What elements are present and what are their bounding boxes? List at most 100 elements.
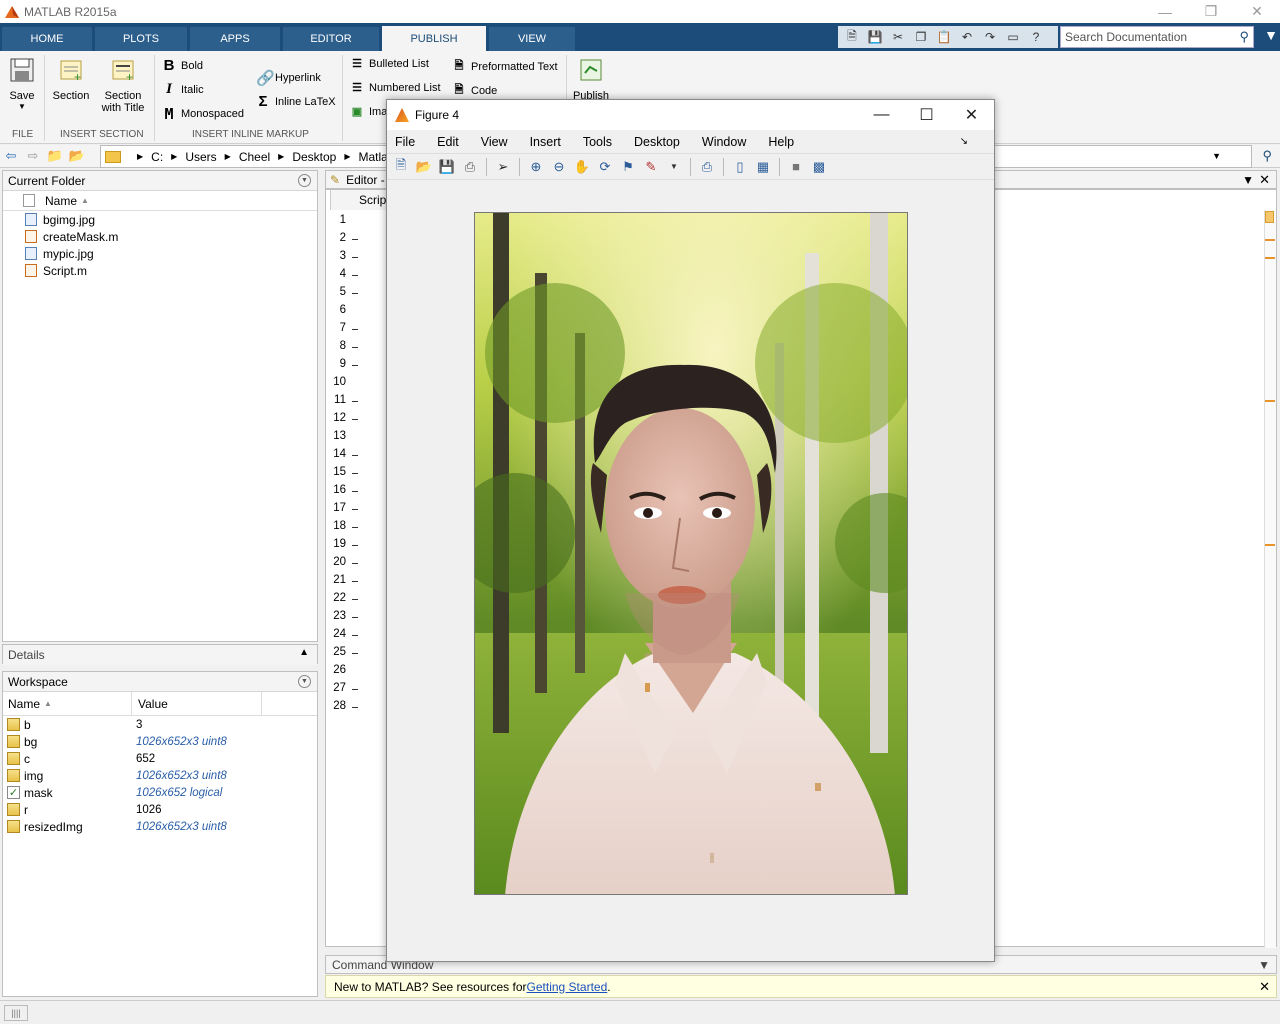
- breakpoint-dash[interactable]: [352, 473, 358, 474]
- minimize-button[interactable]: —: [1142, 0, 1188, 23]
- save-icon[interactable]: 💾: [865, 28, 885, 46]
- cut-icon[interactable]: ✂: [888, 28, 908, 46]
- publish-button[interactable]: Publish: [572, 57, 610, 102]
- workspace-column-header[interactable]: Name ▲ Value: [3, 691, 317, 716]
- hide-plot-tools-icon[interactable]: ■: [786, 157, 806, 177]
- close-icon[interactable]: ✕: [1259, 172, 1270, 188]
- figure-menu-insert[interactable]: Insert: [530, 135, 561, 149]
- figure-menu-window[interactable]: Window: [702, 135, 746, 149]
- figure-minimize-button[interactable]: —: [859, 100, 904, 130]
- inline-latex-button[interactable]: Σ Inline LaTeX: [256, 93, 335, 110]
- file-list-item[interactable]: mypic.jpg: [3, 245, 317, 262]
- current-folder-column-header[interactable]: Name ▲: [3, 191, 317, 211]
- crumb-users[interactable]: Users: [185, 150, 216, 164]
- switch-windows-icon[interactable]: ▭: [1003, 28, 1023, 46]
- image-button[interactable]: ▣ Ima: [350, 105, 388, 119]
- details-header[interactable]: Details ▲: [3, 645, 317, 665]
- crumb-cheel[interactable]: Cheel: [239, 150, 270, 164]
- zoom-out-icon[interactable]: ⊖: [549, 157, 569, 177]
- figure-menu-edit[interactable]: Edit: [437, 135, 459, 149]
- crumb-drive[interactable]: C:: [151, 150, 163, 164]
- redo-icon[interactable]: ↷: [980, 28, 1000, 46]
- breakpoint-dash[interactable]: [352, 455, 358, 456]
- breakpoint-dash[interactable]: [352, 419, 358, 420]
- file-list-item[interactable]: Script.m: [3, 262, 317, 279]
- workspace-variable-row[interactable]: ✓ mask 1026x652 logical: [3, 784, 317, 801]
- rotate-3d-icon[interactable]: ⟳: [595, 157, 615, 177]
- breakpoint-dash[interactable]: [352, 689, 358, 690]
- tab-home[interactable]: HOME: [2, 27, 92, 51]
- data-cursor-icon[interactable]: ⚑: [618, 157, 638, 177]
- figure-menu-tools[interactable]: Tools: [583, 135, 612, 149]
- workspace-variable-row[interactable]: resizedImg 1026x652x3 uint8: [3, 818, 317, 835]
- editor-tab-script[interactable]: Script: [330, 190, 390, 210]
- collapse-icon[interactable]: ▲: [299, 647, 309, 658]
- crumb-desktop[interactable]: Desktop: [292, 150, 336, 164]
- browse-folder-icon[interactable]: 📂: [66, 146, 88, 166]
- warning-marker[interactable]: [1265, 400, 1275, 402]
- back-icon[interactable]: ⇦: [0, 146, 22, 166]
- show-plot-tools-icon[interactable]: ▩: [809, 157, 829, 177]
- hyperlink-button[interactable]: 🔗 Hyperlink: [256, 69, 321, 87]
- figure-menu-desktop[interactable]: Desktop: [634, 135, 680, 149]
- search-folder-icon[interactable]: ⚲: [1262, 148, 1272, 164]
- panel-options-icon[interactable]: ▼: [298, 174, 311, 187]
- close-icon[interactable]: ✕: [1259, 979, 1270, 995]
- breakpoint-dash[interactable]: [352, 401, 358, 402]
- workspace-variable-row[interactable]: r 1026: [3, 801, 317, 818]
- warning-marker[interactable]: [1265, 544, 1275, 546]
- warning-indicator[interactable]: [1265, 211, 1274, 223]
- breakpoint-dash[interactable]: [352, 617, 358, 618]
- warning-marker[interactable]: [1265, 257, 1275, 259]
- tab-apps[interactable]: APPS: [190, 27, 280, 51]
- close-button[interactable]: ✕: [1234, 0, 1280, 23]
- figure-titlebar[interactable]: Figure 4 — ☐ ✕: [387, 100, 994, 130]
- breakpoint-dash[interactable]: [352, 527, 358, 528]
- new-figure-icon[interactable]: 🗎: [391, 157, 411, 177]
- section-button[interactable]: + Section: [50, 57, 92, 102]
- breakpoint-dash[interactable]: [352, 653, 358, 654]
- breakpoint-dash[interactable]: [352, 257, 358, 258]
- figure-close-button[interactable]: ✕: [949, 100, 994, 130]
- editor-scrollbar[interactable]: [1264, 210, 1276, 948]
- monospaced-button[interactable]: M Monospaced: [162, 105, 244, 123]
- breakpoint-dash[interactable]: [352, 365, 358, 366]
- figure-menu-view[interactable]: View: [481, 135, 508, 149]
- help-icon[interactable]: ?: [1026, 28, 1046, 46]
- pointer-icon[interactable]: ➢: [493, 157, 513, 177]
- chevron-down-icon[interactable]: ▼: [664, 157, 684, 177]
- forward-icon[interactable]: ⇨: [22, 146, 44, 166]
- tab-editor[interactable]: EDITOR: [283, 27, 379, 51]
- copy-icon[interactable]: ❐: [911, 28, 931, 46]
- warning-marker[interactable]: [1265, 239, 1275, 241]
- bold-button[interactable]: B Bold: [162, 57, 203, 74]
- breakpoint-dash[interactable]: [352, 293, 358, 294]
- workspace-variable-row[interactable]: img 1026x652x3 uint8: [3, 767, 317, 784]
- bulleted-list-button[interactable]: ☰ Bulleted List: [350, 57, 429, 71]
- numbered-list-button[interactable]: ☰ Numbered List: [350, 81, 440, 95]
- figure-maximize-button[interactable]: ☐: [904, 100, 949, 130]
- undo-icon[interactable]: ↶: [957, 28, 977, 46]
- panel-options-icon[interactable]: ▼: [298, 675, 311, 688]
- pan-icon[interactable]: ✋: [572, 157, 592, 177]
- print-icon[interactable]: ⎙: [460, 157, 480, 177]
- paste-icon[interactable]: 📋: [934, 28, 954, 46]
- breakpoint-dash[interactable]: [352, 581, 358, 582]
- italic-button[interactable]: I Italic: [162, 81, 204, 98]
- new-icon[interactable]: 🗎: [842, 28, 862, 46]
- brush-icon[interactable]: ✎: [641, 157, 661, 177]
- breakpoint-dash[interactable]: [352, 599, 358, 600]
- breakpoint-dash[interactable]: [352, 347, 358, 348]
- breakpoint-dash[interactable]: [352, 509, 358, 510]
- zoom-in-icon[interactable]: ⊕: [526, 157, 546, 177]
- preformatted-button[interactable]: 🗎 Preformatted Text: [452, 57, 558, 76]
- tab-plots[interactable]: PLOTS: [95, 27, 187, 51]
- filter-icon[interactable]: ▼: [1264, 27, 1278, 43]
- figure-image-axes[interactable]: [474, 212, 908, 895]
- panel-options-icon[interactable]: ▼: [1242, 173, 1254, 187]
- breakpoint-dash[interactable]: [352, 491, 358, 492]
- workspace-variable-row[interactable]: b3: [3, 716, 317, 733]
- code-button[interactable]: 🗎 Code: [452, 81, 498, 100]
- open-file-icon[interactable]: 📂: [414, 157, 434, 177]
- figure-menu-help[interactable]: Help: [768, 135, 794, 149]
